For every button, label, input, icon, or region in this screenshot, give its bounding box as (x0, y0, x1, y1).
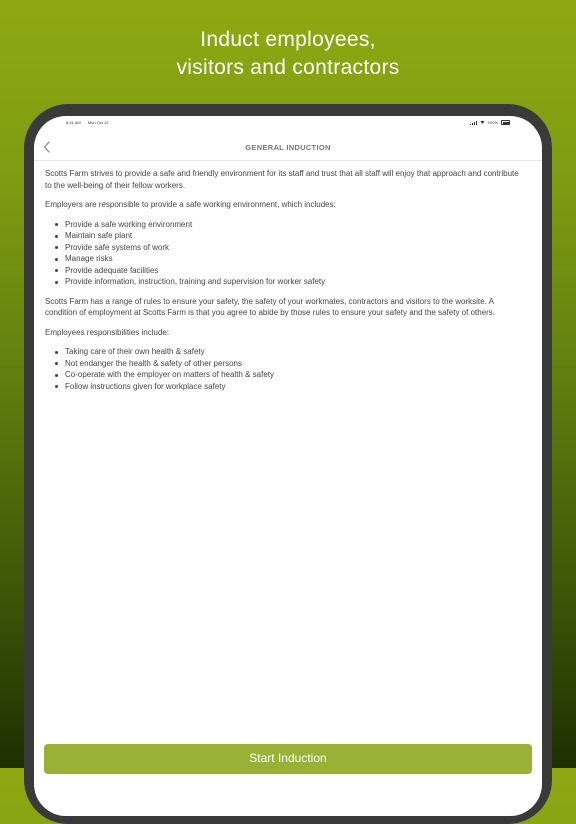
rules-paragraph: Scotts Farm has a range of rules to ensu… (45, 296, 496, 318)
navigation-bar: GENERAL INDUCTION (34, 138, 542, 158)
nav-divider (34, 160, 542, 161)
list-item: Maintain safe plant (55, 230, 525, 242)
status-time: 8:41 AM (66, 120, 81, 125)
promo-headline: Induct employees, visitors and contracto… (0, 26, 576, 82)
list-item: Provide information, instruction, traini… (55, 276, 525, 288)
list-item: Provide safe systems of work (55, 242, 525, 254)
tablet-screen: 8:41 AM Mon Oct 12 100% GENERAL INDUCTIO… (34, 116, 542, 816)
list-item: Not endanger the health & safety of othe… (55, 358, 525, 370)
employers-heading: Employers are responsible to provide a s… (45, 200, 336, 209)
employees-heading: Employees responsibilities include: (45, 327, 170, 337)
list-item: Provide a safe working environment (55, 219, 525, 231)
employer-responsibilities-list: Provide a safe working environment Maint… (45, 219, 525, 288)
wifi-icon (480, 120, 485, 125)
start-induction-button[interactable]: Start Induction (44, 744, 532, 774)
list-item: Taking care of their own health & safety (55, 346, 525, 358)
status-bar: 8:41 AM Mon Oct 12 100% (34, 119, 542, 129)
promo-line-2: visitors and contractors (176, 56, 400, 79)
list-item: Manage risks (55, 253, 525, 265)
employee-responsibilities-list: Taking care of their own health & safety… (45, 346, 525, 392)
battery-icon (501, 120, 510, 125)
induction-content: Scotts Farm strives to provide a safe an… (45, 168, 525, 400)
intro-paragraph: Scotts Farm strives to provide a safe an… (45, 169, 519, 190)
list-item: Co-operate with the employer on matters … (55, 369, 525, 381)
promo-line-1: Induct employees, (200, 28, 376, 51)
battery-percent: 100% (487, 120, 498, 125)
list-item: Follow instructions given for workplace … (55, 381, 525, 393)
cellular-signal-icon (469, 120, 477, 125)
list-item: Provide adequate facilities (55, 265, 525, 277)
status-date: Mon Oct 12 (87, 120, 109, 125)
page-title: GENERAL INDUCTION (245, 143, 331, 152)
